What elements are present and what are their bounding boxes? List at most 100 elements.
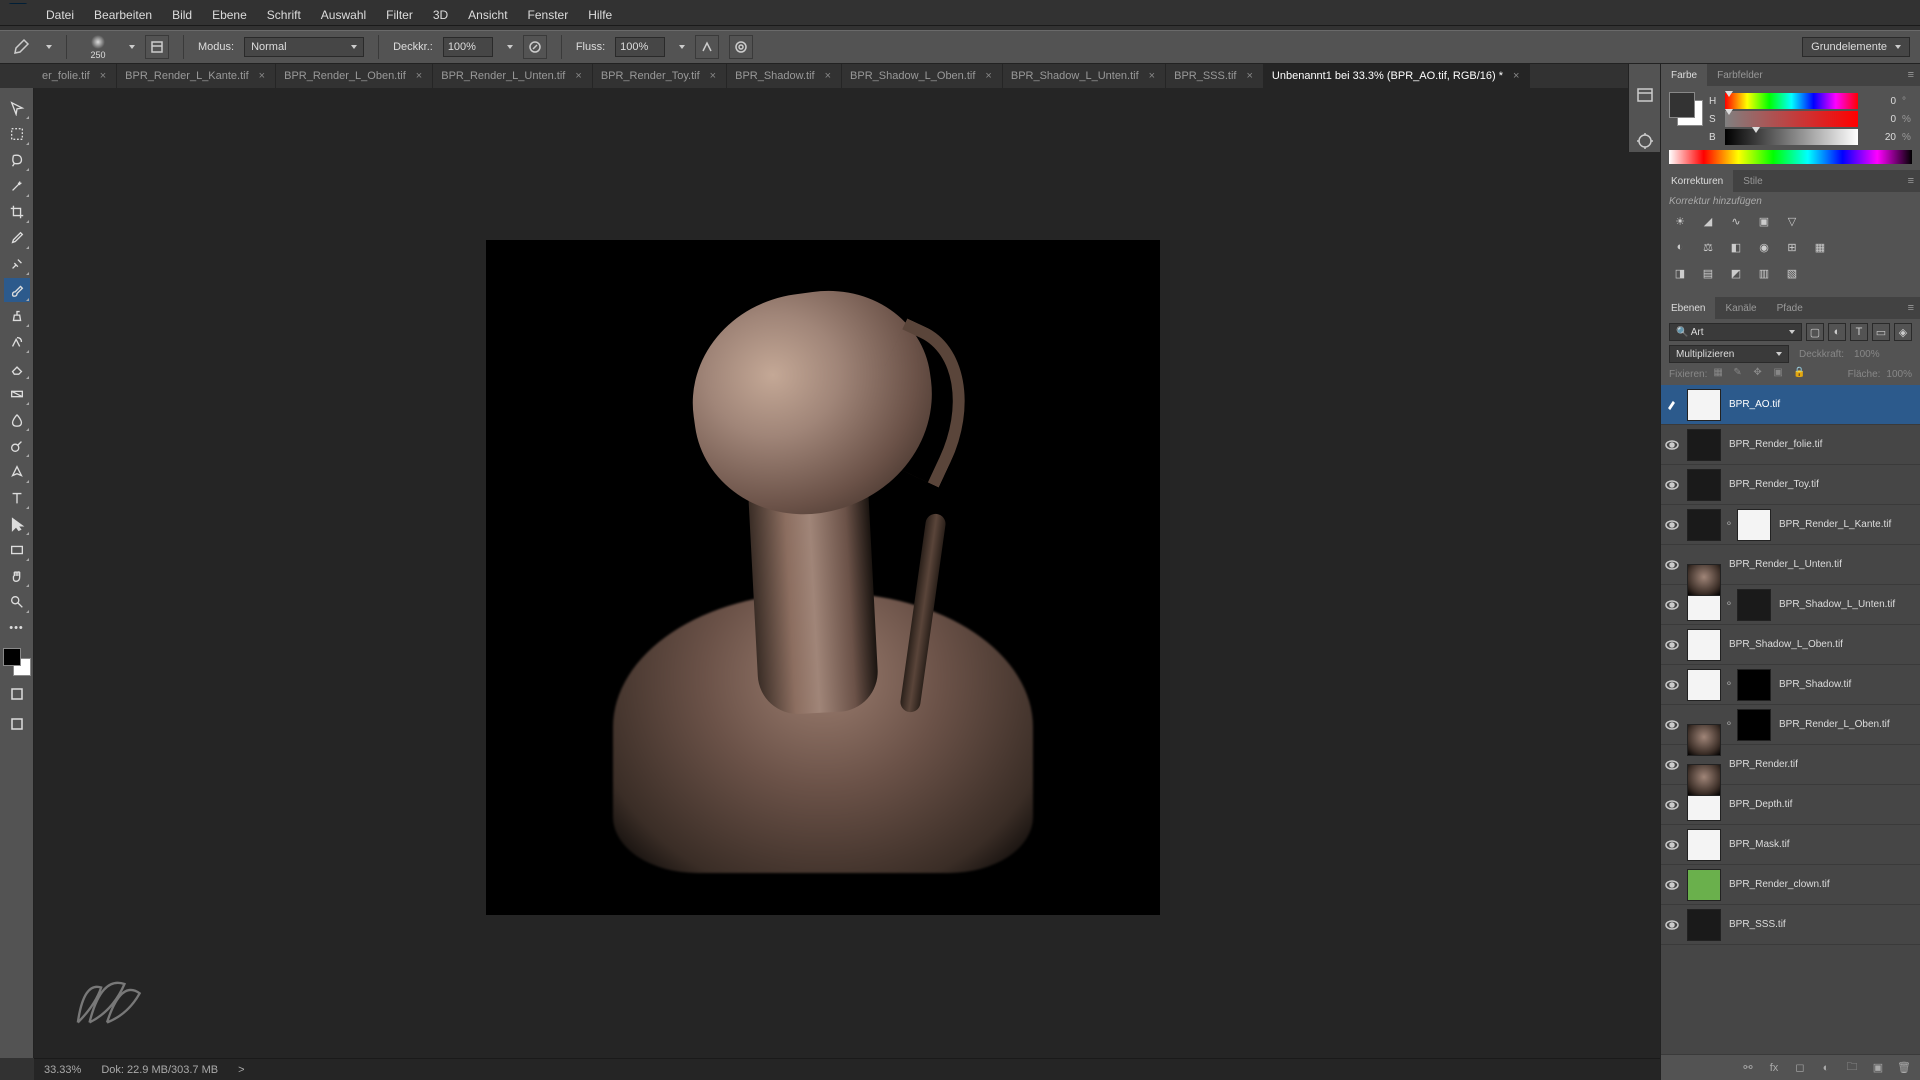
color-ramp[interactable] bbox=[1669, 150, 1912, 164]
menu-ebene[interactable]: Ebene bbox=[204, 6, 255, 24]
eraser-tool[interactable] bbox=[4, 356, 30, 380]
healing-brush-tool[interactable] bbox=[4, 252, 30, 276]
colorbalance-adjustment-icon[interactable]: ⚖ bbox=[1697, 237, 1719, 257]
layer-opacity-value[interactable]: 100% bbox=[1854, 349, 1880, 360]
opacity-input[interactable]: 100% bbox=[443, 37, 493, 57]
dodge-tool[interactable] bbox=[4, 434, 30, 458]
quickmask-icon[interactable] bbox=[4, 682, 30, 706]
layer-thumbnail[interactable] bbox=[1687, 389, 1721, 421]
menu-bild[interactable]: Bild bbox=[164, 6, 200, 24]
new-group-icon[interactable]: 🗀 bbox=[1844, 1060, 1860, 1076]
document-canvas[interactable] bbox=[486, 240, 1160, 915]
lock-all-icon[interactable]: 🔒 bbox=[1793, 367, 1807, 381]
bri-value[interactable]: 20 bbox=[1864, 132, 1896, 143]
color-swatches[interactable] bbox=[1669, 92, 1703, 126]
menu-datei[interactable]: Datei bbox=[38, 6, 82, 24]
layer-visibility-icon[interactable] bbox=[1661, 678, 1683, 692]
layer-filter-select[interactable]: 🔍 Art bbox=[1669, 323, 1802, 341]
layer-thumbnail[interactable] bbox=[1687, 909, 1721, 941]
layer-visibility-icon[interactable] bbox=[1661, 438, 1683, 452]
flow-input[interactable]: 100% bbox=[615, 37, 665, 57]
layer-thumbnail[interactable] bbox=[1687, 764, 1721, 796]
vibrance-adjustment-icon[interactable]: ▽ bbox=[1781, 211, 1803, 231]
gradient-tool[interactable] bbox=[4, 382, 30, 406]
pressure-size-icon[interactable] bbox=[729, 35, 753, 59]
tab-close-icon[interactable]: × bbox=[98, 70, 108, 82]
document-tab[interactable]: er_folie.tif× bbox=[34, 64, 117, 88]
menu-bearbeiten[interactable]: Bearbeiten bbox=[86, 6, 160, 24]
tab-close-icon[interactable]: × bbox=[1511, 70, 1521, 82]
layer-name[interactable]: BPR_Shadow_L_Unten.tif bbox=[1779, 599, 1895, 610]
layer-list[interactable]: BPR_AO.tif BPR_Render_folie.tif BPR_Render… bbox=[1661, 385, 1920, 1054]
tab-close-icon[interactable]: × bbox=[823, 70, 833, 82]
lock-artboard-icon[interactable]: ▣ bbox=[1773, 367, 1787, 381]
hue-adjustment-icon[interactable]: ◐ bbox=[1669, 237, 1691, 257]
tab-paths[interactable]: Pfade bbox=[1767, 297, 1813, 319]
document-tab[interactable]: BPR_SSS.tif× bbox=[1166, 64, 1264, 88]
sat-value[interactable]: 0 bbox=[1864, 114, 1896, 125]
menu-ansicht[interactable]: Ansicht bbox=[460, 6, 515, 24]
move-tool[interactable] bbox=[4, 96, 30, 120]
layer-name[interactable]: BPR_Render.tif bbox=[1729, 759, 1798, 770]
layers-panel-menu-icon[interactable]: ≡ bbox=[1902, 302, 1920, 314]
layer-name[interactable]: BPR_Render_folie.tif bbox=[1729, 439, 1822, 450]
path-selection-tool[interactable] bbox=[4, 512, 30, 536]
brush-dropdown-icon[interactable] bbox=[129, 45, 135, 49]
tab-close-icon[interactable]: × bbox=[1147, 70, 1157, 82]
blend-mode-select[interactable]: Normal bbox=[244, 37, 364, 57]
tab-layers[interactable]: Ebenen bbox=[1661, 297, 1715, 319]
tab-close-icon[interactable]: × bbox=[414, 70, 424, 82]
layer-thumbnail[interactable] bbox=[1687, 724, 1721, 756]
marquee-tool[interactable] bbox=[4, 122, 30, 146]
invert-adjustment-icon[interactable]: ◨ bbox=[1669, 263, 1691, 283]
menu-schrift[interactable]: Schrift bbox=[259, 6, 309, 24]
mask-link-icon[interactable]: ⚬ bbox=[1723, 679, 1735, 690]
mask-link-icon[interactable]: ⚬ bbox=[1723, 599, 1735, 610]
properties-panel-icon[interactable] bbox=[1634, 130, 1656, 152]
flow-dropdown-icon[interactable] bbox=[679, 45, 685, 49]
layer-mask-thumbnail[interactable] bbox=[1737, 709, 1771, 741]
tab-adjustments[interactable]: Korrekturen bbox=[1661, 170, 1733, 192]
brush-tool[interactable] bbox=[4, 278, 30, 302]
brightness-adjustment-icon[interactable]: ☀ bbox=[1669, 211, 1691, 231]
layer-name[interactable]: BPR_Shadow_L_Oben.tif bbox=[1729, 639, 1843, 650]
workspace-switcher[interactable]: Grundelemente bbox=[1802, 37, 1910, 57]
hue-value[interactable]: 0 bbox=[1864, 96, 1896, 107]
layer-visibility-icon[interactable] bbox=[1661, 398, 1683, 412]
layer-visibility-icon[interactable] bbox=[1661, 918, 1683, 932]
layer-visibility-icon[interactable] bbox=[1661, 518, 1683, 532]
fill-value[interactable]: 100% bbox=[1886, 369, 1912, 380]
lock-pixels-icon[interactable]: ✎ bbox=[1733, 367, 1747, 381]
document-tab-active[interactable]: Unbenannt1 bei 33.3% (BPR_AO.tif, RGB/16… bbox=[1264, 64, 1531, 88]
layer-item[interactable]: BPR_AO.tif bbox=[1661, 385, 1920, 425]
airbrush-icon[interactable] bbox=[695, 35, 719, 59]
new-adjustment-icon[interactable]: ◐ bbox=[1818, 1060, 1834, 1076]
layer-blend-select[interactable]: Multiplizieren bbox=[1669, 345, 1789, 363]
filter-smart-icon[interactable]: ◈ bbox=[1894, 323, 1912, 341]
adjustments-panel-menu-icon[interactable]: ≡ bbox=[1902, 175, 1920, 187]
tab-styles[interactable]: Stile bbox=[1733, 170, 1772, 192]
menu-filter[interactable]: Filter bbox=[378, 6, 421, 24]
gradient-adjustment-icon[interactable]: ▥ bbox=[1753, 263, 1775, 283]
link-layers-icon[interactable]: ⚯ bbox=[1740, 1060, 1756, 1076]
layer-item[interactable]: ⚬BPR_Render_L_Oben.tif bbox=[1661, 705, 1920, 745]
crop-tool[interactable] bbox=[4, 200, 30, 224]
layer-thumbnail[interactable] bbox=[1687, 869, 1721, 901]
layer-name[interactable]: BPR_Render_L_Kante.tif bbox=[1779, 519, 1891, 530]
tab-close-icon[interactable]: × bbox=[573, 70, 583, 82]
new-layer-icon[interactable]: ▣ bbox=[1870, 1060, 1886, 1076]
layer-item[interactable]: BPR_SSS.tif bbox=[1661, 905, 1920, 945]
menu-auswahl[interactable]: Auswahl bbox=[313, 6, 374, 24]
screenmode-icon[interactable] bbox=[4, 712, 30, 736]
document-tab[interactable]: BPR_Shadow.tif× bbox=[727, 64, 842, 88]
tab-close-icon[interactable]: × bbox=[257, 70, 267, 82]
document-tab[interactable]: BPR_Render_L_Oben.tif× bbox=[276, 64, 433, 88]
hue-slider[interactable] bbox=[1725, 93, 1858, 109]
layer-item[interactable]: BPR_Mask.tif bbox=[1661, 825, 1920, 865]
sat-slider[interactable] bbox=[1725, 111, 1858, 127]
filter-type-icon[interactable]: T bbox=[1850, 323, 1868, 341]
exposure-adjustment-icon[interactable]: ▣ bbox=[1753, 211, 1775, 231]
layer-visibility-icon[interactable] bbox=[1661, 758, 1683, 772]
doc-size[interactable]: Dok: 22.9 MB/303.7 MB bbox=[101, 1064, 218, 1076]
blur-tool[interactable] bbox=[4, 408, 30, 432]
